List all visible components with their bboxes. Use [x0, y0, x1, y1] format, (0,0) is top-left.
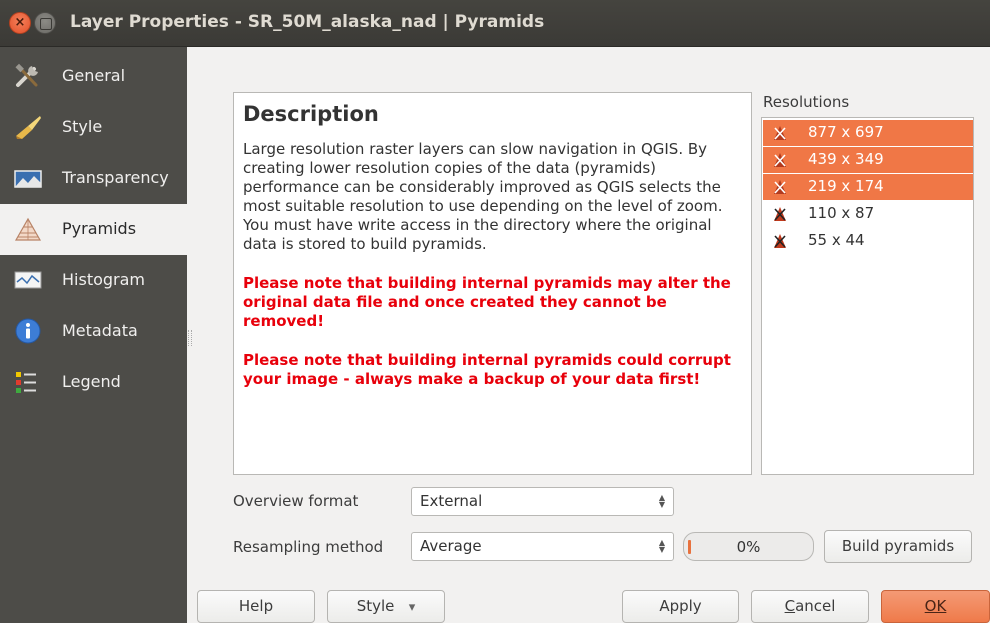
cancel-button[interactable]: Cancel	[751, 590, 869, 623]
sidebar-item-legend[interactable]: Legend	[0, 357, 187, 408]
pyramid-resolution-icon	[774, 180, 786, 194]
resampling-method-select[interactable]: Average ▲ ▼	[411, 532, 674, 561]
sidebar-item-style[interactable]: Style	[0, 102, 187, 153]
transparency-icon	[14, 170, 42, 188]
list-item[interactable]: 55 x 44	[763, 228, 973, 254]
sidebar-item-label: Style	[62, 117, 103, 136]
description-panel: Description Large resolution raster laye…	[233, 92, 752, 475]
pyramid-resolution-icon	[774, 234, 786, 248]
resolutions-label: Resolutions	[763, 93, 850, 111]
progress-text: 0%	[736, 538, 761, 556]
pyramid-resolution-icon	[774, 126, 786, 140]
warning-text-alter: Please note that building internal pyram…	[243, 274, 731, 330]
style-brush-icon	[16, 116, 41, 139]
apply-button[interactable]: Apply	[622, 590, 739, 623]
window-title: Layer Properties - SR_50M_alaska_nad | P…	[70, 12, 545, 32]
overview-format-select[interactable]: External ▲ ▼	[411, 487, 674, 516]
title-bar: × Layer Properties - SR_50M_alaska_nad |…	[0, 0, 990, 47]
overview-format-label: Overview format	[233, 492, 359, 510]
description-text: Large resolution raster layers can slow …	[243, 140, 723, 253]
list-item[interactable]: 877 x 697	[763, 120, 973, 146]
ok-button[interactable]: OK	[881, 590, 990, 623]
histogram-icon	[14, 271, 42, 289]
progress-bar: 0%	[683, 532, 814, 561]
sidebar-item-label: Legend	[62, 372, 121, 391]
warning-text-corrupt: Please note that building internal pyram…	[243, 351, 731, 388]
sidebar-item-label: Pyramids	[62, 219, 137, 238]
help-button[interactable]: Help	[197, 590, 315, 623]
list-item[interactable]: 219 x 174	[763, 174, 973, 200]
description-title: Description	[243, 102, 379, 126]
close-window-button[interactable]: ×	[9, 12, 31, 34]
general-tools-icon	[15, 63, 38, 87]
splitter-handle[interactable]	[188, 330, 192, 346]
list-item[interactable]: 439 x 349	[763, 147, 973, 173]
sidebar-item-label: Metadata	[62, 321, 138, 340]
sidebar-item-label: Transparency	[62, 168, 169, 187]
legend-icon	[16, 372, 36, 393]
dropdown-arrow-icon: ▾	[408, 600, 416, 615]
sidebar-item-label: Histogram	[62, 270, 145, 289]
pyramid-resolution-icon	[774, 153, 786, 167]
pyramid-resolution-icon	[774, 207, 786, 221]
sidebar-item-transparency[interactable]: Transparency	[0, 153, 187, 204]
spinner-arrows-icon: ▲ ▼	[658, 493, 665, 509]
spinner-arrows-icon: ▲ ▼	[658, 538, 665, 554]
sidebar-item-label: General	[62, 66, 126, 85]
style-button[interactable]: Style ▾	[327, 590, 445, 623]
metadata-info-icon	[15, 318, 41, 344]
sidebar-item-pyramids[interactable]: Pyramids	[0, 204, 187, 255]
resampling-method-label: Resampling method	[233, 538, 384, 556]
build-pyramids-button[interactable]: Build pyramids	[824, 530, 972, 563]
pyramids-icon	[14, 217, 42, 241]
sidebar-item-metadata[interactable]: Metadata	[0, 306, 187, 357]
resolutions-list[interactable]: 877 x 697 439 x 349 219 x 174 110 x 87 5…	[761, 117, 974, 475]
list-item[interactable]: 110 x 87	[763, 201, 973, 227]
sidebar-item-general[interactable]: General	[0, 51, 187, 102]
restore-window-button[interactable]	[34, 12, 56, 34]
sidebar-item-histogram[interactable]: Histogram	[0, 255, 187, 306]
sidebar: General Style Transparency Pyramids Hist…	[0, 47, 187, 623]
